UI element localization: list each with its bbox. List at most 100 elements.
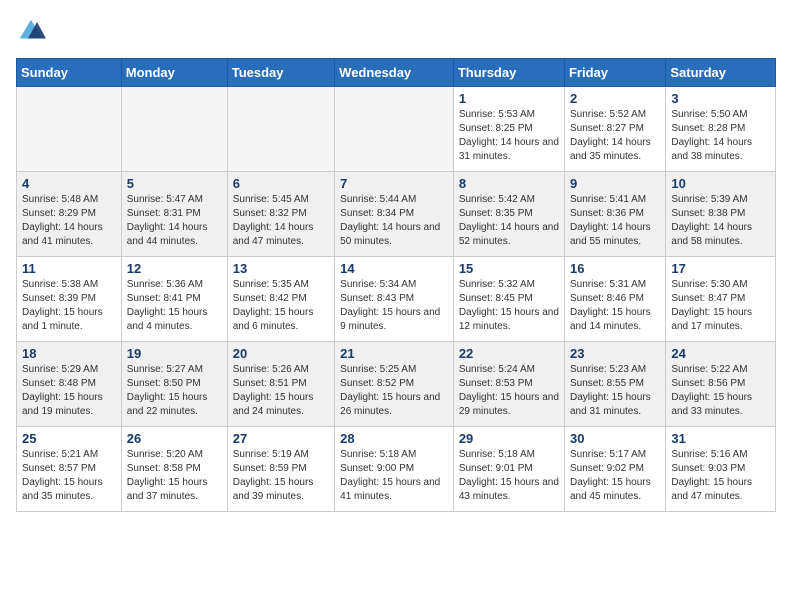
- calendar-cell: [121, 87, 227, 172]
- day-header-tuesday: Tuesday: [227, 59, 334, 87]
- calendar-cell: 17 Sunrise: 5:30 AMSunset: 8:47 PMDayligh…: [666, 257, 776, 342]
- cell-content: Sunrise: 5:53 AMSunset: 8:25 PMDaylight:…: [459, 108, 559, 164]
- calendar-cell: 26 Sunrise: 5:20 AMSunset: 8:58 PMDayligh…: [121, 427, 227, 512]
- calendar-cell: 20 Sunrise: 5:26 AMSunset: 8:51 PMDayligh…: [227, 342, 334, 427]
- cell-content: Sunrise: 5:52 AMSunset: 8:27 PMDaylight:…: [570, 108, 660, 164]
- cell-content: Sunrise: 5:48 AMSunset: 8:29 PMDaylight:…: [22, 193, 116, 249]
- calendar-cell: 14 Sunrise: 5:34 AMSunset: 8:43 PMDayligh…: [335, 257, 454, 342]
- day-number: 11: [22, 261, 116, 276]
- day-number: 18: [22, 346, 116, 361]
- day-header-sunday: Sunday: [17, 59, 122, 87]
- calendar-cell: 6Sunrise: 5:45 AMSunset: 8:32 PMDaylight…: [227, 172, 334, 257]
- cell-content: Sunrise: 5:32 AMSunset: 8:45 PMDaylight:…: [459, 278, 559, 334]
- day-number: 10: [671, 176, 770, 191]
- calendar-cell: 11 Sunrise: 5:38 AMSunset: 8:39 PMDayligh…: [17, 257, 122, 342]
- calendar-cell: 16 Sunrise: 5:31 AMSunset: 8:46 PMDayligh…: [564, 257, 665, 342]
- cell-content: Sunrise: 5:41 AMSunset: 8:36 PMDaylight:…: [570, 193, 660, 249]
- cell-content: Sunrise: 5:30 AMSunset: 8:47 PMDaylight:…: [671, 278, 770, 334]
- cell-content: Sunrise: 5:31 AMSunset: 8:46 PMDaylight:…: [570, 278, 660, 334]
- day-number: 16: [570, 261, 660, 276]
- calendar-cell: 13Sunrise: 5:35 AMSunset: 8:42 PMDayligh…: [227, 257, 334, 342]
- day-header-friday: Friday: [564, 59, 665, 87]
- week-row-4: 18Sunrise: 5:29 AMSunset: 8:48 PMDayligh…: [17, 342, 776, 427]
- day-number: 12: [127, 261, 222, 276]
- calendar-cell: [17, 87, 122, 172]
- cell-content: Sunrise: 5:23 AMSunset: 8:55 PMDaylight:…: [570, 363, 660, 419]
- header: [16, 16, 776, 46]
- calendar-cell: 31 Sunrise: 5:16 AMSunset: 9:03 PMDayligh…: [666, 427, 776, 512]
- calendar-cell: 2 Sunrise: 5:52 AMSunset: 8:27 PMDaylight…: [564, 87, 665, 172]
- day-header-wednesday: Wednesday: [335, 59, 454, 87]
- calendar-cell: 8 Sunrise: 5:42 AMSunset: 8:35 PMDaylight…: [453, 172, 564, 257]
- calendar-cell: 18Sunrise: 5:29 AMSunset: 8:48 PMDayligh…: [17, 342, 122, 427]
- calendar-cell: 9 Sunrise: 5:41 AMSunset: 8:36 PMDaylight…: [564, 172, 665, 257]
- calendar-cell: [335, 87, 454, 172]
- day-number: 3: [671, 91, 770, 106]
- day-number: 24: [671, 346, 770, 361]
- day-number: 13: [233, 261, 329, 276]
- cell-content: Sunrise: 5:45 AMSunset: 8:32 PMDaylight:…: [233, 193, 329, 249]
- calendar-cell: 21Sunrise: 5:25 AMSunset: 8:52 PMDayligh…: [335, 342, 454, 427]
- day-number: 1: [459, 91, 559, 106]
- cell-content: Sunrise: 5:42 AMSunset: 8:35 PMDaylight:…: [459, 193, 559, 249]
- week-row-1: 1 Sunrise: 5:53 AMSunset: 8:25 PMDaylight…: [17, 87, 776, 172]
- calendar-table: SundayMondayTuesdayWednesdayThursdayFrid…: [16, 58, 776, 512]
- calendar-cell: 24 Sunrise: 5:22 AMSunset: 8:56 PMDayligh…: [666, 342, 776, 427]
- calendar-cell: 22Sunrise: 5:24 AMSunset: 8:53 PMDayligh…: [453, 342, 564, 427]
- day-number: 15: [459, 261, 559, 276]
- day-header-saturday: Saturday: [666, 59, 776, 87]
- calendar-cell: 19 Sunrise: 5:27 AMSunset: 8:50 PMDayligh…: [121, 342, 227, 427]
- calendar-cell: 27Sunrise: 5:19 AMSunset: 8:59 PMDayligh…: [227, 427, 334, 512]
- day-number: 8: [459, 176, 559, 191]
- cell-content: Sunrise: 5:18 AMSunset: 9:00 PMDaylight:…: [340, 448, 448, 504]
- day-number: 19: [127, 346, 222, 361]
- calendar-cell: 25 Sunrise: 5:21 AMSunset: 8:57 PMDayligh…: [17, 427, 122, 512]
- cell-content: Sunrise: 5:19 AMSunset: 8:59 PMDaylight:…: [233, 448, 329, 504]
- cell-content: Sunrise: 5:38 AMSunset: 8:39 PMDaylight:…: [22, 278, 116, 334]
- cell-content: Sunrise: 5:26 AMSunset: 8:51 PMDaylight:…: [233, 363, 329, 419]
- calendar-cell: 12 Sunrise: 5:36 AMSunset: 8:41 PMDayligh…: [121, 257, 227, 342]
- day-number: 21: [340, 346, 448, 361]
- day-number: 31: [671, 431, 770, 446]
- day-number: 23: [570, 346, 660, 361]
- cell-content: Sunrise: 5:20 AMSunset: 8:58 PMDaylight:…: [127, 448, 222, 504]
- day-number: 17: [671, 261, 770, 276]
- cell-content: Sunrise: 5:22 AMSunset: 8:56 PMDaylight:…: [671, 363, 770, 419]
- day-number: 9: [570, 176, 660, 191]
- logo-icon: [16, 16, 46, 46]
- day-number: 7: [340, 176, 448, 191]
- day-number: 28: [340, 431, 448, 446]
- cell-content: Sunrise: 5:47 AMSunset: 8:31 PMDaylight:…: [127, 193, 222, 249]
- calendar-cell: 10 Sunrise: 5:39 AMSunset: 8:38 PMDayligh…: [666, 172, 776, 257]
- day-number: 14: [340, 261, 448, 276]
- cell-content: Sunrise: 5:16 AMSunset: 9:03 PMDaylight:…: [671, 448, 770, 504]
- cell-content: Sunrise: 5:34 AMSunset: 8:43 PMDaylight:…: [340, 278, 448, 334]
- day-number: 26: [127, 431, 222, 446]
- cell-content: Sunrise: 5:27 AMSunset: 8:50 PMDaylight:…: [127, 363, 222, 419]
- day-header-thursday: Thursday: [453, 59, 564, 87]
- header-row: SundayMondayTuesdayWednesdayThursdayFrid…: [17, 59, 776, 87]
- calendar-cell: 1 Sunrise: 5:53 AMSunset: 8:25 PMDaylight…: [453, 87, 564, 172]
- cell-content: Sunrise: 5:24 AMSunset: 8:53 PMDaylight:…: [459, 363, 559, 419]
- calendar-cell: 29Sunrise: 5:18 AMSunset: 9:01 PMDayligh…: [453, 427, 564, 512]
- calendar-cell: 23 Sunrise: 5:23 AMSunset: 8:55 PMDayligh…: [564, 342, 665, 427]
- day-header-monday: Monday: [121, 59, 227, 87]
- week-row-2: 4 Sunrise: 5:48 AMSunset: 8:29 PMDaylight…: [17, 172, 776, 257]
- day-number: 2: [570, 91, 660, 106]
- cell-content: Sunrise: 5:21 AMSunset: 8:57 PMDaylight:…: [22, 448, 116, 504]
- day-number: 25: [22, 431, 116, 446]
- calendar-cell: 3Sunrise: 5:50 AMSunset: 8:28 PMDaylight…: [666, 87, 776, 172]
- cell-content: Sunrise: 5:36 AMSunset: 8:41 PMDaylight:…: [127, 278, 222, 334]
- calendar-cell: [227, 87, 334, 172]
- cell-content: Sunrise: 5:17 AMSunset: 9:02 PMDaylight:…: [570, 448, 660, 504]
- calendar-cell: 7Sunrise: 5:44 AMSunset: 8:34 PMDaylight…: [335, 172, 454, 257]
- cell-content: Sunrise: 5:18 AMSunset: 9:01 PMDaylight:…: [459, 448, 559, 504]
- day-number: 4: [22, 176, 116, 191]
- logo: [16, 16, 50, 46]
- calendar-cell: 5 Sunrise: 5:47 AMSunset: 8:31 PMDaylight…: [121, 172, 227, 257]
- calendar-cell: 28 Sunrise: 5:18 AMSunset: 9:00 PMDayligh…: [335, 427, 454, 512]
- cell-content: Sunrise: 5:39 AMSunset: 8:38 PMDaylight:…: [671, 193, 770, 249]
- day-number: 20: [233, 346, 329, 361]
- day-number: 5: [127, 176, 222, 191]
- calendar-cell: 15 Sunrise: 5:32 AMSunset: 8:45 PMDayligh…: [453, 257, 564, 342]
